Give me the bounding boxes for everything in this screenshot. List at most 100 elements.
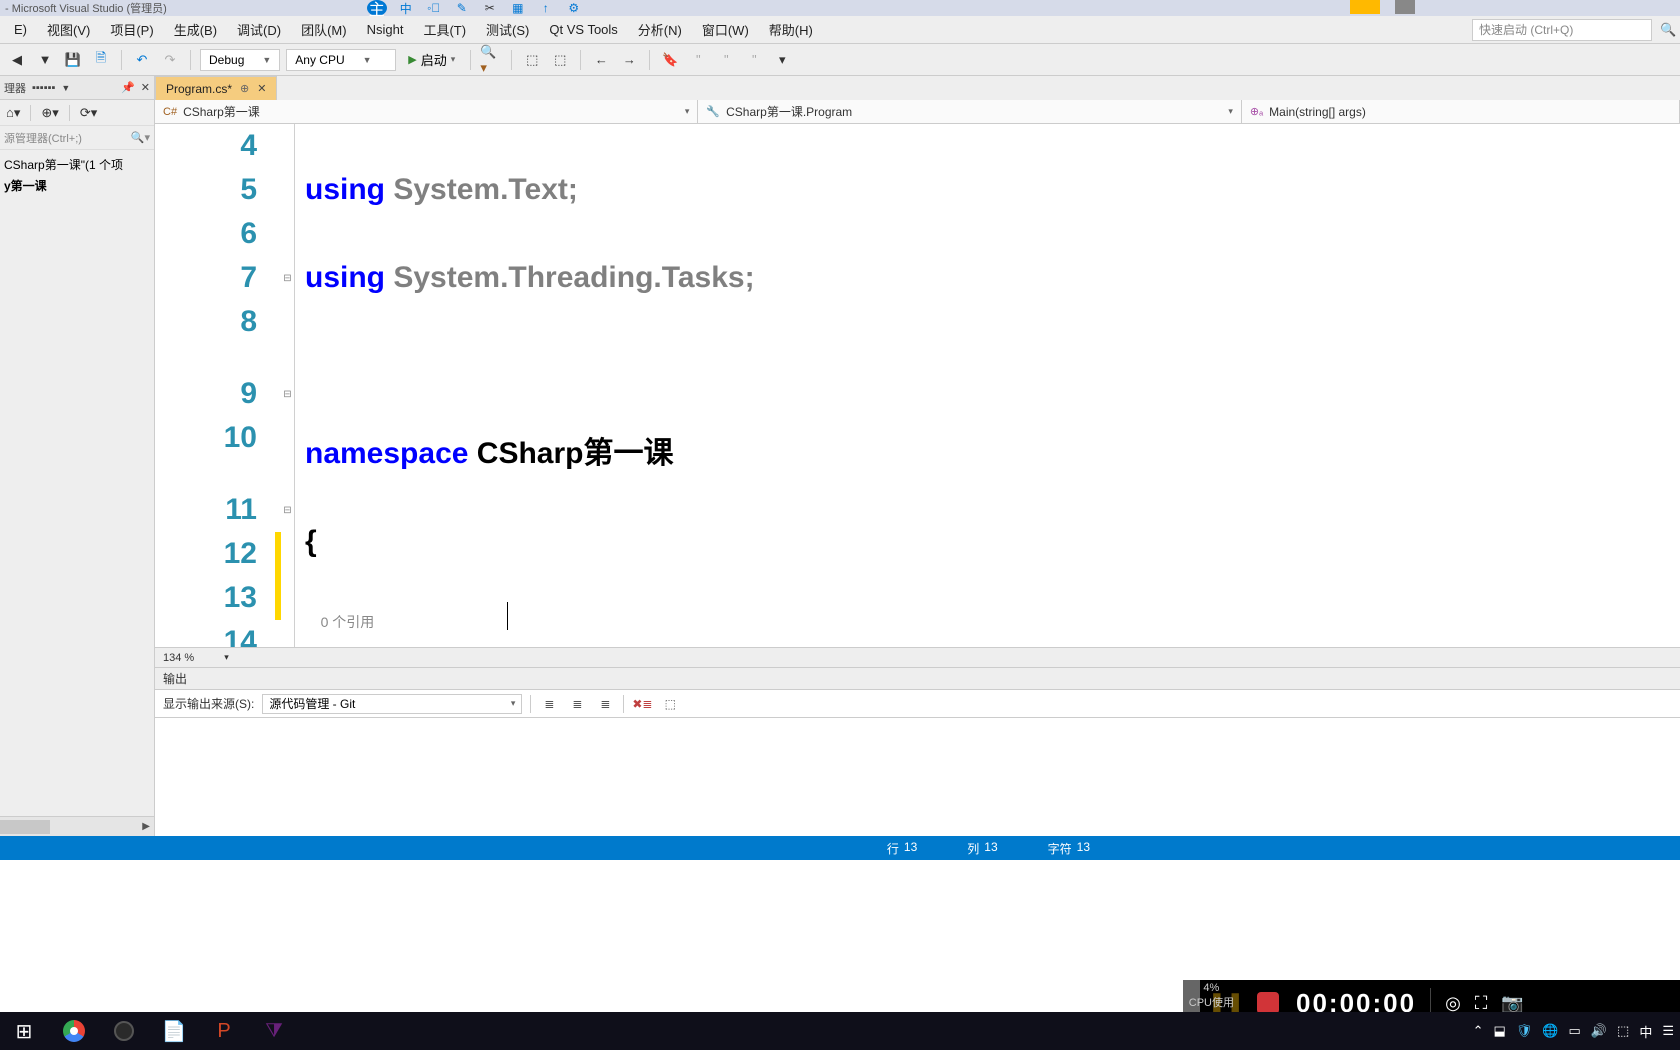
menu-project[interactable]: 项目(P) (100, 16, 163, 43)
notepad-icon[interactable]: 📄 (156, 1015, 192, 1047)
menu-test[interactable]: 测试(S) (476, 16, 539, 43)
powerpoint-icon[interactable]: P (206, 1015, 242, 1047)
globe-icon[interactable]: ⊕▾ (41, 105, 58, 121)
toolbar-icon[interactable]: " (743, 49, 765, 71)
output-source-combo[interactable]: 源代码管理 - Git▾ (262, 694, 522, 714)
toolbar-icon[interactable]: " (715, 49, 737, 71)
redo-icon[interactable]: ↷ (159, 49, 181, 71)
menu-file[interactable]: E) (4, 18, 37, 41)
toolbar-icon[interactable]: ⬚ (549, 49, 571, 71)
toolbar-icon[interactable]: ▾ (771, 49, 793, 71)
tray-icon[interactable]: ⬚ (1617, 1023, 1629, 1039)
menu-tools[interactable]: 工具(T) (413, 16, 476, 43)
shield-icon[interactable]: 🛡 (1516, 1023, 1533, 1039)
nav-class[interactable]: 🔧CSharp第一课.Program▾ (698, 100, 1241, 123)
nav-method[interactable]: ⊕ₐMain(string[] args) (1242, 100, 1680, 123)
scissors-icon[interactable]: ✂ (481, 0, 499, 16)
globe-icon[interactable]: 🌐 (1542, 1023, 1558, 1039)
menu-build[interactable]: 生成(B) (164, 16, 227, 43)
output-header: 输出 (155, 668, 1680, 690)
forward-icon[interactable]: ▼ (34, 49, 56, 71)
pencil-icon[interactable]: ✎ (453, 0, 471, 16)
status-col: 列13 (967, 840, 997, 857)
annotation-box (1350, 0, 1380, 14)
menu-analyze[interactable]: 分析(N) (628, 16, 692, 43)
save-all-icon[interactable]: 🗎 (90, 49, 112, 71)
visualstudio-icon[interactable]: ⧩ (256, 1015, 292, 1047)
ime-indicator[interactable]: 中 (1639, 1022, 1652, 1041)
output-btn[interactable]: ≣ (567, 697, 587, 711)
panel-header: 理器 ▪▪▪▪▪▪ ▼ 📌 ✕ (0, 76, 154, 100)
pin-icon[interactable]: 📌 (121, 81, 135, 94)
platform-combo[interactable]: Any CPU▼ (286, 49, 396, 71)
zoom-value[interactable]: 134 % (163, 652, 194, 664)
menu-help[interactable]: 帮助(H) (759, 16, 823, 43)
save-icon[interactable]: 💾 (62, 49, 84, 71)
title-bar: - Microsoft Visual Studio (管理员) 主 中 ◦ৢ ✎… (0, 0, 1680, 16)
title-text: - Microsoft Visual Studio (管理员) (5, 0, 167, 16)
system-tray[interactable]: ⌃ ⬓ 🛡 🌐 ▭ 🔊 ⬚ 中 ☰ (1473, 1022, 1674, 1041)
solution-tree[interactable]: CSharp第一课"(1 个项 y第一课 (0, 150, 154, 200)
webcam-icon[interactable]: ◎ (1445, 993, 1461, 1014)
fullscreen-icon[interactable]: ⛶ (1475, 993, 1488, 1014)
title-icon[interactable]: 中 (397, 0, 415, 16)
text-cursor (507, 602, 508, 630)
bookmark-icon[interactable]: 🔖 (659, 49, 681, 71)
tree-project[interactable]: y第一课 (4, 175, 150, 196)
config-combo[interactable]: Debug▼ (200, 49, 280, 71)
menu-nsight[interactable]: Nsight (357, 18, 414, 41)
code-content[interactable]: using System.Text; using System.Threadin… (295, 124, 1680, 647)
title-icon[interactable]: 主 (367, 0, 387, 16)
menu-window[interactable]: 窗口(W) (692, 16, 759, 43)
tray-icon[interactable]: ☰ (1662, 1023, 1674, 1039)
sidebar-search[interactable]: 源管理器(Ctrl+;) 🔍▾ (0, 126, 154, 150)
refresh-icon[interactable]: ⟳▾ (80, 105, 97, 121)
chrome-icon[interactable] (56, 1015, 92, 1047)
tree-solution[interactable]: CSharp第一课"(1 个项 (4, 154, 150, 175)
zoom-dropdown[interactable]: ▾ (224, 652, 229, 663)
menu-debug[interactable]: 调试(D) (227, 16, 291, 43)
arrow-icon[interactable]: ↑ (537, 0, 555, 16)
sidebar-toolbar: ⌂▾ ⊕▾ ⟳▾ (0, 100, 154, 126)
output-btn[interactable]: ⬚ (660, 697, 680, 711)
sidebar-scrollbar[interactable]: ▶ (0, 816, 154, 836)
menu-view[interactable]: 视图(V) (37, 16, 100, 43)
code-editor[interactable]: 4 5 6 7 8 9 10 11 12 13 14 15 16 (155, 124, 1680, 647)
menu-qt[interactable]: Qt VS Tools (539, 18, 627, 41)
output-btn[interactable]: ≣ (539, 697, 559, 711)
fold-column[interactable]: ⊟ ⊟⊟ (281, 124, 295, 647)
tab-program[interactable]: Program.cs* ⊕ ✕ (155, 76, 277, 100)
search-icon[interactable]: 🔍 (1660, 22, 1676, 38)
clear-icon[interactable]: ✖≣ (632, 697, 652, 711)
tray-icon[interactable]: ⬓ (1494, 1023, 1506, 1039)
search-icon[interactable]: 🔍▾ (131, 131, 150, 144)
obs-icon[interactable] (106, 1015, 142, 1047)
close-icon[interactable]: ✕ (257, 82, 266, 95)
home-icon[interactable]: ⌂▾ (6, 105, 20, 121)
quick-launch-input[interactable]: 快速启动 (Ctrl+Q) (1472, 19, 1652, 41)
tray-up-icon[interactable]: ⌃ (1473, 1023, 1484, 1039)
undo-icon[interactable]: ↶ (131, 49, 153, 71)
windows-taskbar[interactable]: ⊞ 📄 P ⧩ ⌃ ⬓ 🛡 🌐 ▭ 🔊 ⬚ 中 ☰ (0, 1012, 1680, 1050)
main-toolbar: ◀ ▼ 💾 🗎 ↶ ↷ Debug▼ Any CPU▼ ▶启动▾ 🔍▾ ⬚ ⬚ … (0, 44, 1680, 76)
indent-icon[interactable]: → (618, 49, 640, 71)
run-button[interactable]: ▶启动▾ (402, 49, 461, 71)
menu-team[interactable]: 团队(M) (291, 16, 357, 43)
toolbar-icon[interactable]: ⬚ (521, 49, 543, 71)
output-body[interactable] (155, 718, 1680, 836)
toolbar-icon[interactable]: " (687, 49, 709, 71)
start-button[interactable]: ⊞ (6, 1015, 42, 1047)
back-icon[interactable]: ◀ (6, 49, 28, 71)
battery-icon[interactable]: ▭ (1569, 1023, 1581, 1039)
toolbar-icon[interactable]: 🔍▾ (480, 49, 502, 71)
title-icon[interactable]: ◦ৢ (425, 0, 443, 16)
output-btn[interactable]: ≣ (595, 697, 615, 711)
volume-icon[interactable]: 🔊 (1591, 1023, 1607, 1039)
camera-icon[interactable]: 📷 (1501, 993, 1523, 1014)
nav-project[interactable]: C#CSharp第一课▾ (155, 100, 698, 123)
class-icon: 🔧 (706, 105, 720, 118)
gear-icon[interactable]: ⚙ (565, 0, 583, 16)
grid-icon[interactable]: ▦ (509, 0, 527, 16)
close-icon[interactable]: ✕ (141, 81, 150, 94)
outdent-icon[interactable]: ← (590, 49, 612, 71)
